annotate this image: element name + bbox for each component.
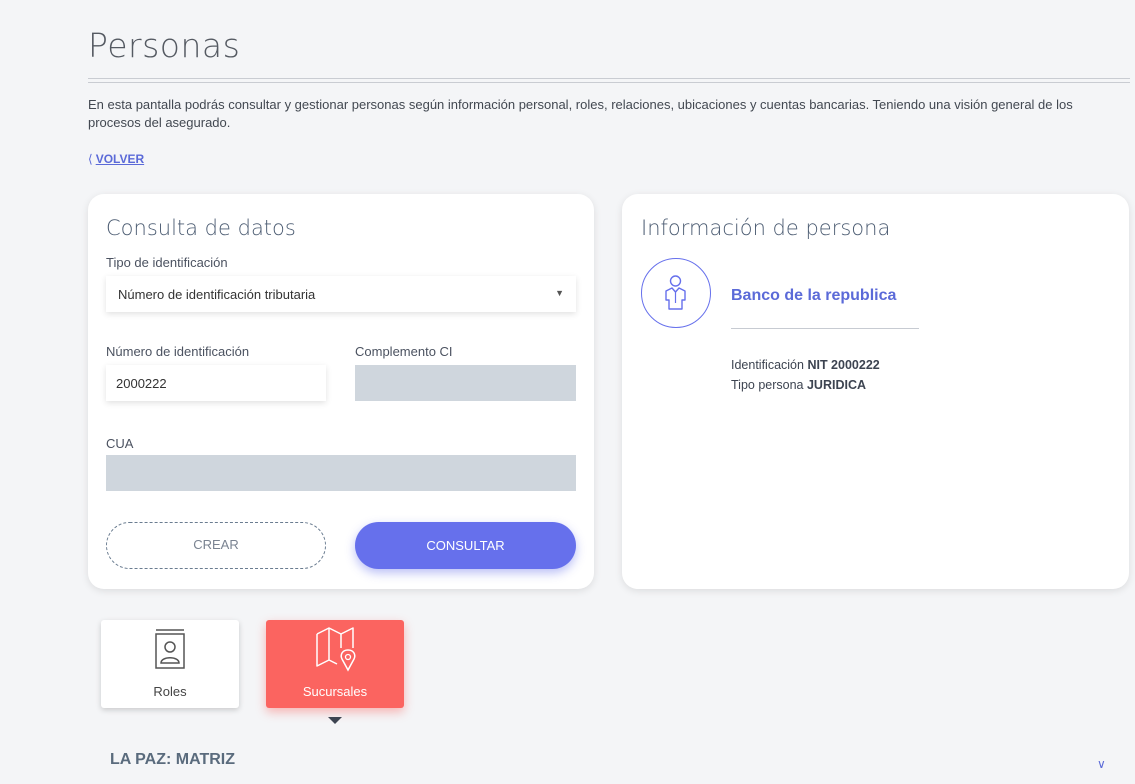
page-intro: En esta pantalla podrás consultar y gest…	[88, 97, 1073, 130]
person-type-label: Tipo persona	[731, 378, 804, 392]
id-type-select[interactable]: Número de identificación tributaria ▼	[106, 276, 576, 312]
person-type-row: Tipo persona JURIDICA	[731, 378, 866, 392]
person-icon	[665, 275, 686, 310]
id-type-label: Tipo de identificación	[106, 255, 228, 270]
active-tab-indicator	[328, 717, 342, 724]
id-type-value: Número de identificación tributaria	[118, 287, 316, 302]
page-title: Personas	[88, 26, 241, 65]
map-pin-icon	[316, 627, 356, 672]
caret-down-icon: ▼	[555, 288, 564, 298]
person-info-title: Información de persona	[641, 216, 891, 240]
back-link[interactable]: ⟨ VOLVER	[88, 152, 144, 166]
back-link-label: VOLVER	[95, 152, 145, 166]
query-card-title: Consulta de datos	[106, 216, 296, 240]
chevron-down-icon[interactable]: ∨	[1097, 757, 1106, 771]
identification-label: Identificación	[731, 358, 804, 372]
id-number-input[interactable]: 2000222	[106, 365, 326, 401]
tab-roles[interactable]: Roles	[101, 620, 239, 708]
consult-button[interactable]: CONSULTAR	[355, 522, 576, 569]
chevron-left-icon: ⟨	[88, 152, 93, 166]
section-header[interactable]: LA PAZ: MATRIZ	[110, 751, 235, 769]
tab-roles-label: Roles	[153, 684, 187, 699]
title-divider	[88, 78, 1130, 83]
tab-sucursales[interactable]: Sucursales	[266, 620, 404, 708]
person-info-card: Información de persona Banco de la repub…	[622, 194, 1129, 589]
create-button[interactable]: CREAR	[106, 522, 326, 569]
identification-row: Identificación NIT 2000222	[731, 358, 880, 372]
identification-value: NIT 2000222	[807, 358, 880, 372]
complement-label: Complemento CI	[355, 344, 453, 359]
cua-input[interactable]	[106, 455, 576, 491]
cua-label: CUA	[106, 436, 134, 451]
person-divider	[731, 328, 919, 329]
person-type-value: JURIDICA	[806, 378, 867, 392]
complement-input[interactable]	[355, 365, 576, 401]
tab-sucursales-label: Sucursales	[302, 684, 368, 699]
query-card: Consulta de datos Tipo de identificación…	[88, 194, 594, 589]
id-number-label: Número de identificación	[106, 344, 250, 359]
person-name: Banco de la republica	[731, 287, 897, 304]
address-book-icon	[155, 629, 185, 669]
avatar	[641, 258, 711, 328]
